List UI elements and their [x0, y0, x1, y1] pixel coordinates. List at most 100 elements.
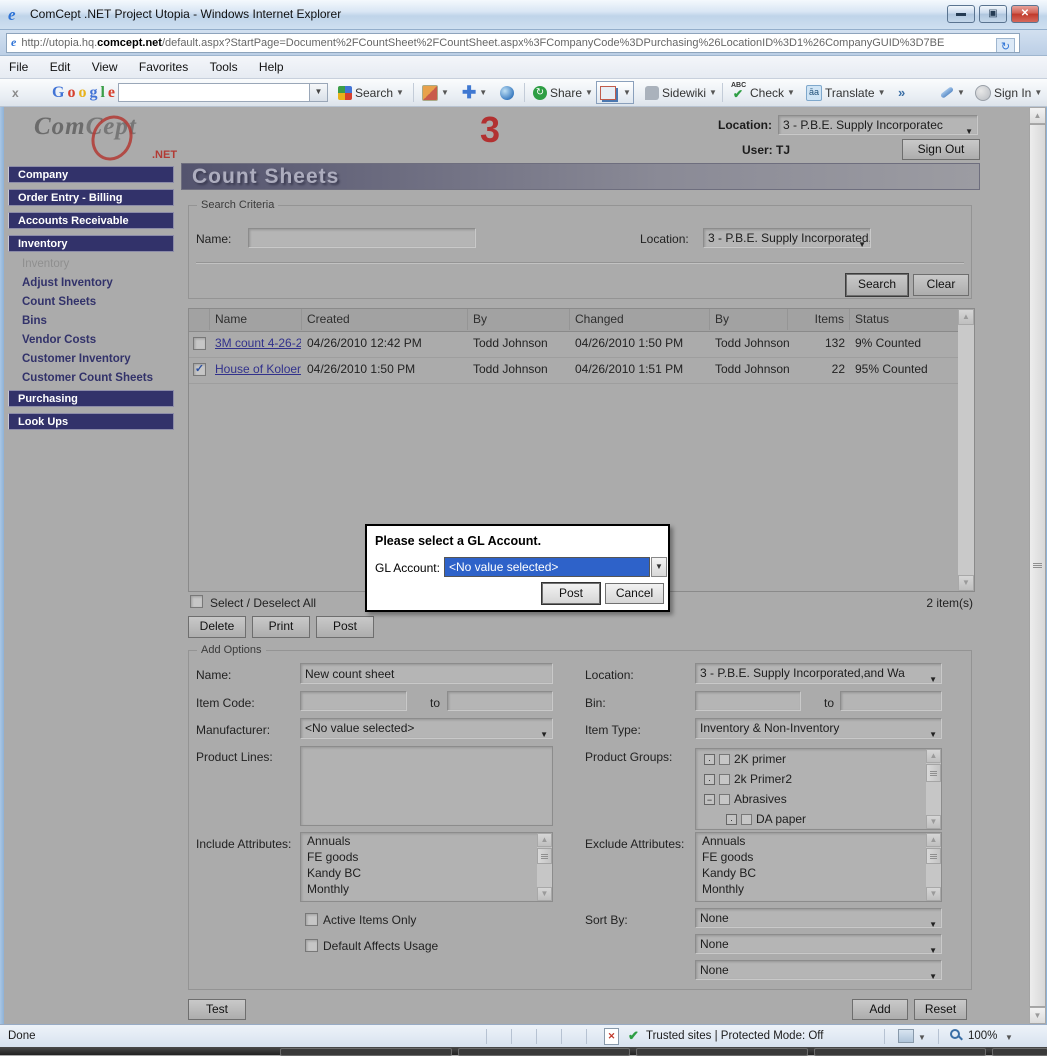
header-location-select[interactable]: 3 - P.B.E. Supply Incorporatec ▼: [778, 115, 978, 135]
test-button[interactable]: Test: [188, 999, 246, 1020]
item-type-select[interactable]: Inventory & Non-Inventory ▼: [695, 718, 942, 739]
scroll-up-icon[interactable]: ▲: [537, 833, 552, 847]
gl-account-dropdown-icon[interactable]: ▼: [651, 557, 667, 577]
bin-from-input[interactable]: [695, 691, 801, 711]
signin-button[interactable]: Sign In ▼: [975, 79, 1042, 106]
tree-checkbox[interactable]: [741, 814, 752, 825]
restore-button[interactable]: ▣: [979, 5, 1007, 23]
col-header-by[interactable]: By: [468, 309, 570, 330]
col-header-changed[interactable]: Changed: [570, 309, 710, 330]
select-all-checkbox[interactable]: [190, 595, 203, 608]
row-checkbox[interactable]: [193, 337, 206, 350]
sidebar-subitem-bins[interactable]: Bins: [22, 315, 47, 327]
sidebar-item-company[interactable]: Company: [8, 166, 174, 183]
sort-by-select-2[interactable]: None ▼: [695, 934, 942, 954]
list-item[interactable]: Monthly: [301, 881, 552, 897]
scroll-up-icon[interactable]: ▲: [958, 309, 974, 325]
col-header-created[interactable]: Created: [302, 309, 468, 330]
col-header-changed-by[interactable]: By: [710, 309, 788, 330]
menu-view[interactable]: View: [83, 56, 127, 74]
col-header-name[interactable]: Name: [210, 309, 302, 330]
tree-scrollbar[interactable]: ▲ ▼: [926, 749, 941, 829]
tree-item[interactable]: ·DA paper: [696, 809, 941, 829]
sidebar-subitem-customer-inventory[interactable]: Customer Inventory: [22, 353, 131, 365]
dialog-post-button[interactable]: Post: [542, 583, 600, 604]
browser-scrollbar[interactable]: ▲ ▼: [1029, 107, 1046, 1024]
add-button[interactable]: Add: [852, 999, 908, 1020]
tree-item[interactable]: −Abrasives: [696, 789, 941, 809]
count-sheet-link[interactable]: 3M count 4-26-2010: [215, 336, 301, 350]
page-error-icon[interactable]: ✕: [604, 1028, 619, 1045]
scroll-up-icon[interactable]: ▲: [1029, 107, 1046, 124]
search-history-dropdown-icon[interactable]: ▼: [309, 84, 327, 101]
tree-expander-icon[interactable]: −: [704, 794, 715, 805]
list-scrollbar[interactable]: ▲ ▼: [537, 833, 552, 901]
sidebar-subitem-customer-count-sheets[interactable]: Customer Count Sheets: [22, 372, 153, 384]
share-button[interactable]: ↻ Share ▼: [533, 79, 593, 106]
menu-favorites[interactable]: Favorites: [130, 56, 197, 74]
scroll-down-icon[interactable]: ▼: [1029, 1007, 1046, 1024]
menu-edit[interactable]: Edit: [41, 56, 80, 74]
include-attributes-listbox[interactable]: Annuals FE goods Kandy BC Monthly ▲ ▼: [300, 832, 553, 902]
tree-expander-icon[interactable]: ·: [704, 774, 715, 785]
active-items-only-checkbox[interactable]: [305, 913, 318, 926]
search-location-select[interactable]: 3 - P.B.E. Supply Incorporated,anc ▼: [703, 228, 871, 248]
check-button[interactable]: ABC ✔ Check ▼: [731, 79, 795, 106]
clear-button[interactable]: Clear: [913, 274, 969, 296]
photos-button[interactable]: ▼: [422, 79, 449, 106]
sidebar-subitem-vendor-costs[interactable]: Vendor Costs: [22, 334, 96, 346]
scroll-up-icon[interactable]: ▲: [926, 749, 941, 763]
menu-file[interactable]: File: [0, 56, 37, 74]
row-checkbox[interactable]: ✓: [193, 363, 206, 376]
product-groups-tree[interactable]: ·2K primer ·2k Primer2 −Abrasives ·DA pa…: [695, 748, 942, 830]
sidewiki-button[interactable]: Sidewiki ▼: [645, 79, 717, 106]
scroll-down-icon[interactable]: ▼: [958, 575, 974, 591]
sidebar-subitem-adjust-inventory[interactable]: Adjust Inventory: [22, 277, 113, 289]
toolbar-search-input[interactable]: ▼: [118, 83, 328, 102]
toolbar-close-icon[interactable]: x: [12, 79, 19, 106]
toolbar-settings-button[interactable]: ▼: [940, 79, 965, 106]
scroll-down-icon[interactable]: ▼: [537, 887, 552, 901]
bin-to-input[interactable]: [840, 691, 942, 711]
sidebar-item-accounts-receivable[interactable]: Accounts Receivable: [8, 212, 174, 229]
close-button[interactable]: ✕: [1011, 5, 1039, 23]
sidebar-item-purchasing[interactable]: Purchasing: [8, 390, 174, 407]
col-header-items[interactable]: Items: [788, 309, 850, 330]
table-scrollbar[interactable]: ▲ ▼: [958, 309, 974, 591]
list-item[interactable]: Annuals: [301, 833, 552, 849]
scrollbar-thumb[interactable]: [537, 848, 552, 864]
scroll-down-icon[interactable]: ▼: [926, 887, 941, 901]
default-affects-usage-checkbox[interactable]: [305, 939, 318, 952]
tree-expander-icon[interactable]: ·: [726, 814, 737, 825]
search-button[interactable]: Search: [846, 274, 908, 296]
add-name-input[interactable]: [300, 663, 553, 684]
list-item[interactable]: FE goods: [301, 849, 552, 865]
dialog-cancel-button[interactable]: Cancel: [605, 583, 664, 604]
minimize-button[interactable]: ▬: [947, 5, 975, 23]
product-lines-listbox[interactable]: [300, 746, 553, 826]
menu-help[interactable]: Help: [250, 56, 293, 74]
post-button[interactable]: Post: [316, 616, 374, 638]
scroll-up-icon[interactable]: ▲: [926, 833, 941, 847]
earth-button[interactable]: [500, 79, 514, 106]
toolbar-overflow-chevron[interactable]: »: [898, 79, 905, 106]
delete-button[interactable]: Delete: [188, 616, 246, 638]
list-item[interactable]: Kandy BC: [301, 865, 552, 881]
item-code-from-input[interactable]: [300, 691, 407, 711]
tree-expander-icon[interactable]: ·: [704, 754, 715, 765]
sidebar-item-order-entry-billing[interactable]: Order Entry - Billing: [8, 189, 174, 206]
scrollbar-thumb[interactable]: [926, 764, 941, 782]
tree-checkbox[interactable]: [719, 794, 730, 805]
col-header-status[interactable]: Status: [850, 309, 960, 330]
tree-checkbox[interactable]: [719, 774, 730, 785]
add-gadget-button[interactable]: ✚ ▼: [462, 79, 487, 106]
chevron-down-icon[interactable]: ▼: [918, 1033, 926, 1042]
chevron-down-icon[interactable]: ▼: [1005, 1033, 1013, 1042]
list-scrollbar[interactable]: ▲ ▼: [926, 833, 941, 901]
tree-item[interactable]: ·2k Primer2: [696, 769, 941, 789]
browser-mode-button[interactable]: ▼: [596, 81, 634, 104]
scroll-down-icon[interactable]: ▼: [926, 815, 941, 829]
menu-tools[interactable]: Tools: [201, 56, 247, 74]
count-sheet-link[interactable]: House of Koloer C...: [215, 362, 301, 376]
list-item[interactable]: Annuals: [696, 833, 941, 849]
